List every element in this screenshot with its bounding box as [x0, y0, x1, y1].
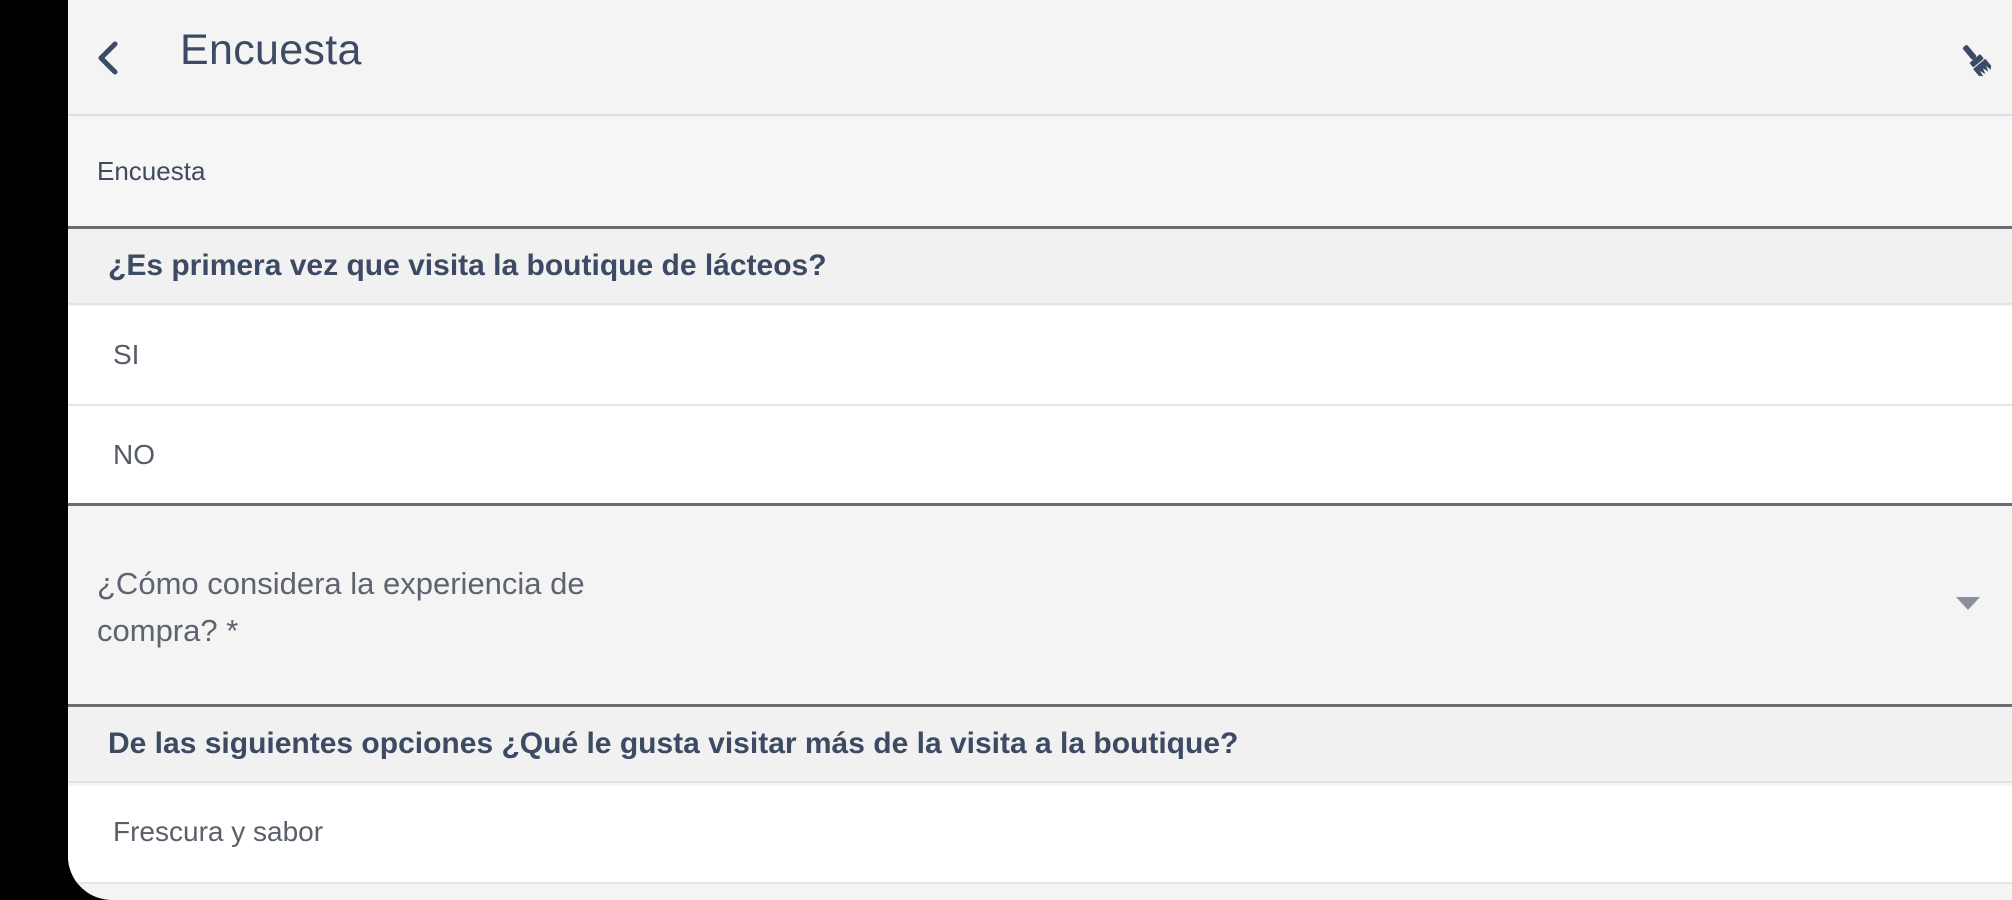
experience-dropdown[interactable]: ¿Cómo considera la experiencia de compra… [68, 506, 2012, 704]
app-bar: Encuesta [68, 0, 2012, 116]
option-no[interactable]: NO [68, 406, 2012, 504]
back-button[interactable] [84, 34, 132, 82]
page-title: Encuesta [180, 26, 362, 74]
chevron-left-icon [98, 41, 118, 75]
dropdown-label: ¿Cómo considera la experiencia de compra… [97, 566, 585, 648]
question-3-text: De las siguientes opciones ¿Qué le gusta… [108, 727, 1239, 760]
option-label: SI [113, 339, 140, 370]
option-label: Frescura y sabor [113, 816, 324, 847]
paint-brush-icon [1962, 45, 1992, 77]
option-divider [68, 882, 2012, 884]
section-label: Encuesta [97, 156, 206, 186]
question-1-text: ¿Es primera vez que visita la boutique d… [108, 249, 827, 282]
question-1-header: ¿Es primera vez que visita la boutique d… [68, 229, 2012, 305]
option-label: NO [113, 439, 155, 470]
clear-form-button[interactable] [1948, 32, 2004, 88]
question-3-header: De las siguientes opciones ¿Qué le gusta… [68, 707, 2012, 783]
survey-screen: Encuesta Encuesta ¿Es primera vez que vi… [68, 0, 2012, 900]
option-frescura-y-sabor[interactable]: Frescura y sabor [68, 786, 2012, 882]
caret-down-icon [1956, 597, 1980, 610]
option-si[interactable]: SI [68, 306, 2012, 404]
section-header: Encuesta [68, 118, 2012, 226]
